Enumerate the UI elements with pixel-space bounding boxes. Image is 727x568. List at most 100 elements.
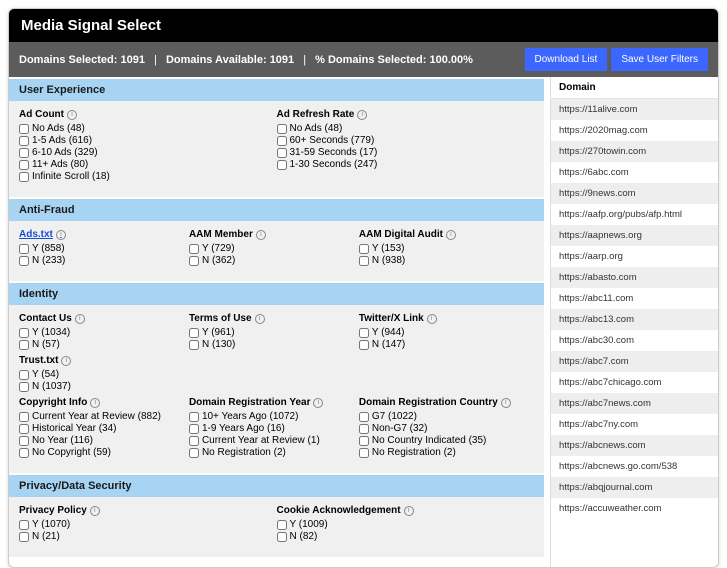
filter-checkbox[interactable] — [189, 448, 199, 458]
filter-checkbox[interactable] — [359, 244, 369, 254]
domain-item[interactable]: https://270towin.com — [551, 141, 718, 162]
filter-checkbox[interactable] — [19, 148, 29, 158]
filter-option: N (938) — [359, 255, 529, 266]
filter-checkbox[interactable] — [189, 424, 199, 434]
filter-checkbox[interactable] — [19, 532, 29, 542]
filter-label[interactable]: Ads.txt i — [19, 229, 189, 240]
filter-checkbox[interactable] — [189, 340, 199, 350]
filter-checkbox[interactable] — [189, 244, 199, 254]
filter-checkbox[interactable] — [189, 412, 199, 422]
info-icon[interactable]: i — [56, 230, 66, 240]
filter-checkbox[interactable] — [19, 160, 29, 170]
domain-item[interactable]: https://accuweather.com — [551, 498, 718, 519]
filter-checkbox[interactable] — [19, 172, 29, 182]
app-window: Media Signal Select Domains Selected: 10… — [8, 8, 719, 568]
info-icon[interactable]: i — [67, 110, 77, 120]
domain-item[interactable]: https://6abc.com — [551, 162, 718, 183]
filter-option: Y (1009) — [277, 519, 535, 530]
filter-checkbox[interactable] — [19, 340, 29, 350]
info-icon[interactable]: i — [90, 506, 100, 516]
domain-item[interactable]: https://abc11.com — [551, 288, 718, 309]
domain-item[interactable]: https://9news.com — [551, 183, 718, 204]
info-icon[interactable]: i — [427, 314, 437, 324]
domains-list[interactable]: https://11alive.comhttps://2020mag.comht… — [551, 99, 718, 567]
info-icon[interactable]: i — [75, 314, 85, 324]
filter-option: 6-10 Ads (329) — [19, 147, 277, 158]
section-header: User Experience — [9, 79, 544, 101]
domain-item[interactable]: https://abc13.com — [551, 309, 718, 330]
filter-option: Y (729) — [189, 243, 359, 254]
filter-checkbox[interactable] — [19, 124, 29, 134]
domain-item[interactable]: https://abqjournal.com — [551, 477, 718, 498]
filter-checkbox[interactable] — [359, 328, 369, 338]
filter-checkbox[interactable] — [277, 124, 287, 134]
info-icon[interactable]: i — [357, 110, 367, 120]
domain-item[interactable]: https://abc7news.com — [551, 393, 718, 414]
filter-checkbox[interactable] — [277, 148, 287, 158]
domain-item[interactable]: https://aarp.org — [551, 246, 718, 267]
filter-option: 31-59 Seconds (17) — [277, 147, 535, 158]
filter-checkbox[interactable] — [19, 370, 29, 380]
main-area: User ExperienceAd Count iNo Ads (48)1-5 … — [9, 77, 718, 567]
filter-checkbox[interactable] — [359, 340, 369, 350]
filter-option-label: Non-G7 (32) — [372, 423, 428, 434]
domain-item[interactable]: https://abcnews.com — [551, 435, 718, 456]
filter-checkbox[interactable] — [19, 436, 29, 446]
filter-option-label: Y (1034) — [32, 327, 70, 338]
info-icon[interactable]: i — [61, 356, 71, 366]
filter-label: Ad Refresh Rate i — [277, 109, 535, 120]
filter-checkbox[interactable] — [189, 328, 199, 338]
filter-option-label: No Year (116) — [32, 435, 93, 446]
domain-item[interactable]: https://aapnews.org — [551, 225, 718, 246]
filter-checkbox[interactable] — [19, 448, 29, 458]
info-icon[interactable]: i — [255, 314, 265, 324]
domain-item[interactable]: https://11alive.com — [551, 99, 718, 120]
filter-checkbox[interactable] — [277, 520, 287, 530]
domain-item[interactable]: https://abc30.com — [551, 330, 718, 351]
domain-item[interactable]: https://2020mag.com — [551, 120, 718, 141]
filter-option: N (82) — [277, 531, 535, 542]
info-icon[interactable]: i — [256, 230, 266, 240]
filter-option-label: No Ads (48) — [32, 123, 85, 134]
filter-checkbox[interactable] — [277, 160, 287, 170]
filter-checkbox[interactable] — [189, 436, 199, 446]
filter-checkbox[interactable] — [359, 256, 369, 266]
domain-item[interactable]: https://abc7.com — [551, 351, 718, 372]
filter-option: N (147) — [359, 339, 529, 350]
filter-checkbox[interactable] — [19, 244, 29, 254]
filter-checkbox[interactable] — [359, 412, 369, 422]
filter-option: 60+ Seconds (779) — [277, 135, 535, 146]
domain-item[interactable]: https://abcnews.go.com/538 — [551, 456, 718, 477]
filter-checkbox[interactable] — [19, 136, 29, 146]
download-list-button[interactable]: Download List — [525, 48, 608, 71]
domain-item[interactable]: https://aafp.org/pubs/afp.html — [551, 204, 718, 225]
filter-checkbox[interactable] — [277, 136, 287, 146]
filter-checkbox[interactable] — [19, 520, 29, 530]
domain-item[interactable]: https://abasto.com — [551, 267, 718, 288]
filter-option: Y (153) — [359, 243, 529, 254]
filter-label: AAM Digital Audit i — [359, 229, 529, 240]
filter-checkbox[interactable] — [277, 532, 287, 542]
info-icon[interactable]: i — [313, 398, 323, 408]
filter-checkbox[interactable] — [19, 424, 29, 434]
info-icon[interactable]: i — [501, 398, 511, 408]
domain-item[interactable]: https://abc7ny.com — [551, 414, 718, 435]
domain-item[interactable]: https://abc7chicago.com — [551, 372, 718, 393]
filter-option: 1-9 Years Ago (16) — [189, 423, 359, 434]
filter-checkbox[interactable] — [19, 256, 29, 266]
filter-checkbox[interactable] — [19, 328, 29, 338]
filter-checkbox[interactable] — [19, 382, 29, 392]
section-header: Anti-Fraud — [9, 199, 544, 221]
save-user-filters-button[interactable]: Save User Filters — [611, 48, 708, 71]
filter-option-label: Current Year at Review (882) — [32, 411, 161, 422]
filter-checkbox[interactable] — [359, 424, 369, 434]
filter-checkbox[interactable] — [359, 436, 369, 446]
filter-checkbox[interactable] — [359, 448, 369, 458]
filter-group: Ads.txt iY (858)N (233) — [19, 229, 189, 267]
filters-panel[interactable]: User ExperienceAd Count iNo Ads (48)1-5 … — [9, 77, 550, 567]
filter-checkbox[interactable] — [19, 412, 29, 422]
info-icon[interactable]: i — [446, 230, 456, 240]
info-icon[interactable]: i — [404, 506, 414, 516]
filter-checkbox[interactable] — [189, 256, 199, 266]
info-icon[interactable]: i — [90, 398, 100, 408]
